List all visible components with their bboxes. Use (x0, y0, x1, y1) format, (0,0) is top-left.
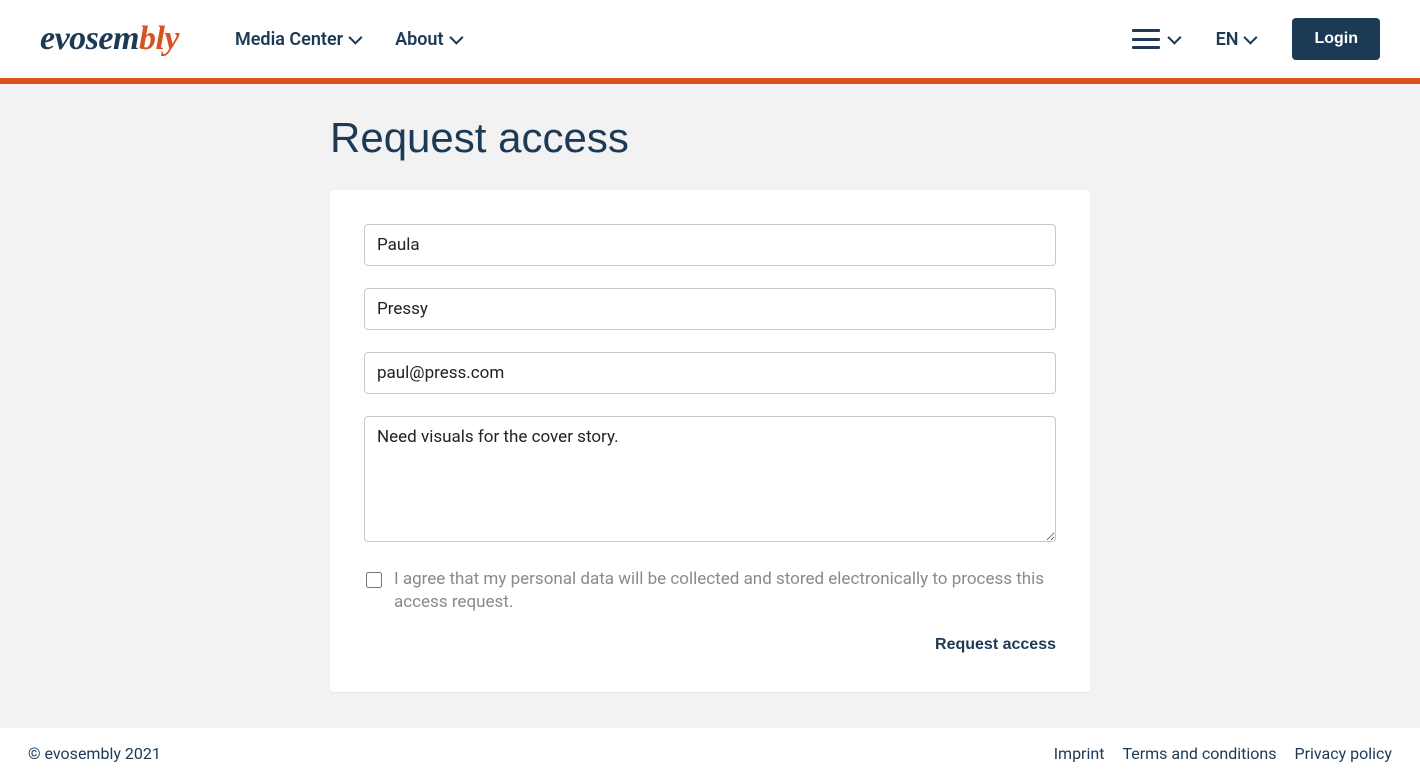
primary-nav: Media Center About (235, 29, 460, 50)
email-field[interactable] (364, 352, 1056, 394)
request-access-card: Need visuals for the cover story. I agre… (330, 190, 1090, 692)
chevron-down-icon (348, 31, 362, 45)
nav-media-center-label: Media Center (235, 29, 343, 50)
terms-link[interactable]: Terms and conditions (1122, 744, 1276, 763)
brand-part1: evosem (40, 20, 139, 57)
message-field[interactable]: Need visuals for the cover story. (364, 416, 1056, 542)
nav-about-label: About (395, 29, 443, 50)
chevron-down-icon (1167, 31, 1181, 45)
last-name-field[interactable] (364, 288, 1056, 330)
privacy-link[interactable]: Privacy policy (1295, 744, 1393, 763)
login-button[interactable]: Login (1292, 18, 1380, 60)
nav-about[interactable]: About (395, 29, 459, 50)
form-actions: Request access (364, 632, 1056, 658)
imprint-link[interactable]: Imprint (1054, 744, 1105, 763)
language-label: EN (1216, 29, 1239, 50)
request-access-button[interactable]: Request access (935, 632, 1056, 658)
more-menu[interactable] (1132, 29, 1178, 49)
main-content: Request access Need visuals for the cove… (0, 84, 1420, 728)
brand-logo[interactable]: evosembly (40, 20, 179, 58)
brand-part2: bly (139, 20, 179, 57)
language-selector[interactable]: EN (1216, 29, 1255, 50)
app-header: evosembly Media Center About EN Login (0, 0, 1420, 78)
nav-media-center[interactable]: Media Center (235, 29, 359, 50)
page-title: Request access (330, 114, 1090, 162)
legal-nav: Imprint Terms and conditions Privacy pol… (1054, 744, 1392, 763)
consent-text: I agree that my personal data will be co… (394, 568, 1054, 614)
first-name-field[interactable] (364, 224, 1056, 266)
chevron-down-icon (1244, 31, 1258, 45)
consent-checkbox[interactable] (366, 572, 382, 588)
header-right: EN Login (1132, 18, 1380, 60)
chevron-down-icon (449, 31, 463, 45)
copyright-text: © evosembly 2021 (28, 744, 1054, 763)
hamburger-icon (1132, 29, 1160, 49)
app-footer: © evosembly 2021 Imprint Terms and condi… (0, 728, 1420, 779)
consent-row: I agree that my personal data will be co… (364, 568, 1056, 614)
